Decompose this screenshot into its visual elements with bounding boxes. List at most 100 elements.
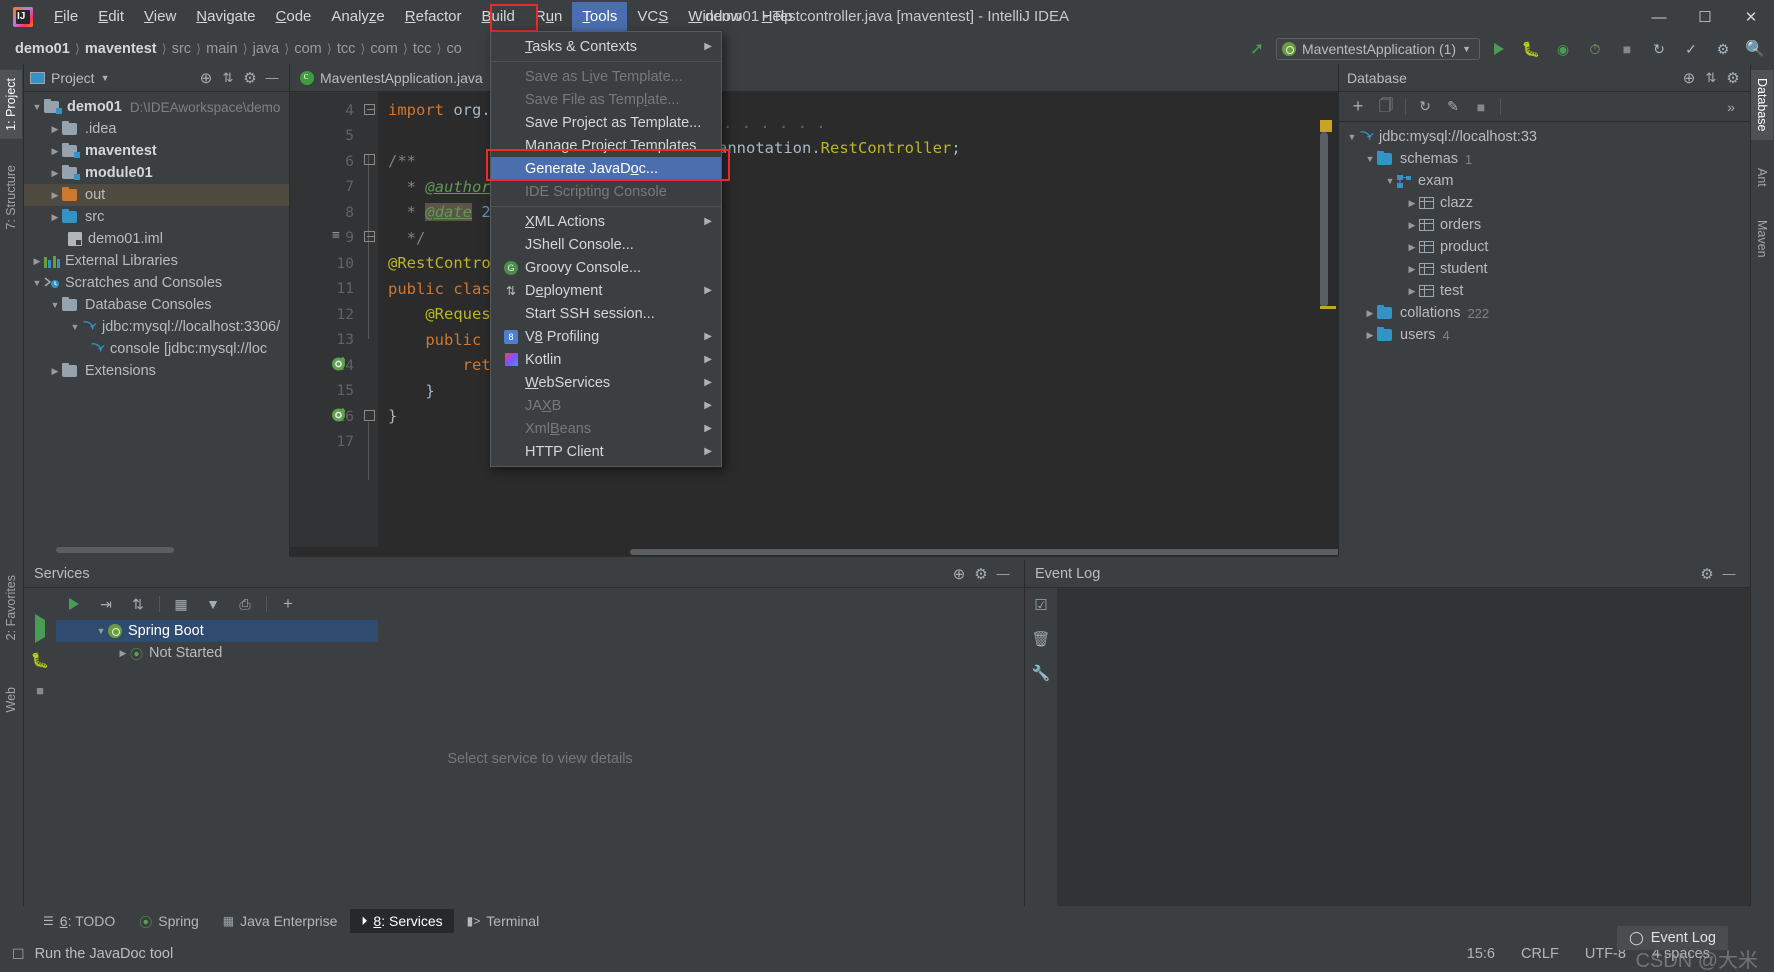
tree-item-idea[interactable]: ▶ .idea: [24, 118, 289, 140]
menu-analyze[interactable]: Analyze: [321, 2, 394, 32]
collapse-all-icon[interactable]: ⇅: [1700, 67, 1722, 89]
tree-item-extensions[interactable]: ▶ Extensions: [24, 360, 289, 382]
close-button[interactable]: ✕: [1728, 0, 1774, 34]
db-item-test[interactable]: ▶ test: [1339, 280, 1750, 302]
chevron-right-icon[interactable]: ▶: [1405, 264, 1419, 275]
chevron-right-icon[interactable]: ▶: [48, 168, 62, 179]
menu-item-http-client[interactable]: HTTP Client ▶: [491, 440, 721, 463]
chevron-right-icon[interactable]: ▶: [116, 648, 130, 659]
tree-item-src[interactable]: ▶ src: [24, 206, 289, 228]
database-toolbar[interactable]: + 🗍 ↻ ✎ ■ »: [1339, 92, 1750, 122]
collapse-all-icon[interactable]: ⇅: [124, 591, 152, 617]
db-item-exam[interactable]: ▼ exam: [1339, 170, 1750, 192]
chevron-right-icon[interactable]: ▶: [30, 256, 44, 267]
sidebar-tab-ant[interactable]: Ant: [1751, 160, 1773, 195]
menu-bar[interactable]: File Edit View Navigate Code Analyze Ref…: [44, 0, 803, 34]
menu-navigate[interactable]: Navigate: [186, 2, 265, 32]
hammer-build-icon[interactable]: ➚: [1244, 37, 1270, 61]
gear-icon[interactable]: [1722, 67, 1744, 89]
stop-button[interactable]: ■: [1614, 37, 1640, 61]
scroll-from-source-icon[interactable]: [1678, 67, 1700, 89]
fold-icon[interactable]: [364, 231, 375, 242]
gear-icon[interactable]: [970, 563, 992, 585]
chevron-down-icon[interactable]: ▼: [30, 102, 44, 112]
run-with-coverage-button[interactable]: ◉: [1550, 37, 1576, 61]
fold-icon[interactable]: [364, 410, 375, 421]
database-tree[interactable]: ▼ jdbc:mysql://localhost:33 ▼ schemas 1 …: [1339, 122, 1750, 346]
chevron-down-icon[interactable]: ▼: [1383, 176, 1397, 186]
tree-item-external-libraries[interactable]: ▶ External Libraries: [24, 250, 289, 272]
hide-panel-icon[interactable]: —: [261, 67, 283, 89]
tree-item-scratches-and-consoles[interactable]: ▼ Scratches and Consoles: [24, 272, 289, 294]
menu-code[interactable]: Code: [266, 2, 322, 32]
editor-horizontal-scrollbar[interactable]: [290, 547, 1370, 557]
menu-item-groovy-console[interactable]: G Groovy Console...: [491, 256, 721, 279]
update-project-icon[interactable]: ↻: [1646, 37, 1672, 61]
chevron-right-icon[interactable]: ▶: [1405, 198, 1419, 209]
editor-vertical-scrollbar[interactable]: [1320, 132, 1328, 307]
gear-icon[interactable]: [239, 67, 261, 89]
more-options-icon[interactable]: »: [1718, 95, 1744, 119]
menu-refactor[interactable]: Refactor: [395, 2, 472, 32]
chevron-right-icon[interactable]: ▶: [48, 124, 62, 135]
run-configuration-selector[interactable]: MaventestApplication (1) ▼: [1276, 38, 1480, 60]
db-item-schemas[interactable]: ▼ schemas 1: [1339, 148, 1750, 170]
chevron-right-icon[interactable]: ▶: [48, 366, 62, 377]
settings-icon[interactable]: ⚙: [1710, 37, 1736, 61]
add-data-source-icon[interactable]: +: [1345, 95, 1371, 119]
menu-file[interactable]: File: [44, 2, 88, 32]
chevron-right-icon[interactable]: ▶: [1363, 330, 1377, 341]
breadcrumb-com[interactable]: com: [291, 41, 324, 57]
chevron-right-icon[interactable]: ▶: [48, 190, 62, 201]
gear-icon[interactable]: [1696, 563, 1718, 585]
menu-item-jshell-console[interactable]: JShell Console...: [491, 233, 721, 256]
chevron-down-icon[interactable]: ▼: [48, 300, 62, 310]
refresh-icon[interactable]: ↻: [1412, 95, 1438, 119]
editor-fold-column[interactable]: [362, 92, 378, 557]
expand-all-icon[interactable]: ⇥: [92, 591, 120, 617]
menu-run[interactable]: Run: [525, 2, 573, 32]
tree-item-demo01[interactable]: ▼ demo01 D:\IDEAworkspace\demo: [24, 96, 289, 118]
breadcrumb-com2[interactable]: com: [367, 41, 400, 57]
spring-bean-icon[interactable]: [330, 355, 348, 373]
tree-item-console[interactable]: console [jdbc:mysql://loc: [24, 338, 289, 360]
caret-position[interactable]: 15:6: [1467, 946, 1495, 962]
chevron-right-icon[interactable]: ▶: [1405, 220, 1419, 231]
menu-item-tasks-and-contexts[interactable]: Tasks & Contexts ▶: [491, 35, 721, 58]
add-tab-icon[interactable]: ⎙: [231, 591, 259, 617]
scroll-from-source-icon[interactable]: [195, 67, 217, 89]
sidebar-tab-project[interactable]: 1: Project: [0, 70, 22, 139]
filter-icon[interactable]: ▼: [199, 591, 227, 617]
chevron-down-icon[interactable]: ▼: [1363, 154, 1377, 164]
chevron-down-icon[interactable]: ▼: [1345, 132, 1359, 142]
db-item-collations[interactable]: ▶ collations 222: [1339, 302, 1750, 324]
tree-item-module01[interactable]: ▶ module01: [24, 162, 289, 184]
search-icon[interactable]: 🔍: [1742, 37, 1768, 61]
error-stripe-marker[interactable]: [1320, 120, 1332, 132]
open-console-icon[interactable]: ✎: [1440, 95, 1466, 119]
profile-button[interactable]: ⏱: [1582, 37, 1608, 61]
breadcrumb-src[interactable]: src: [169, 41, 194, 57]
run-button[interactable]: [1486, 37, 1512, 61]
run-icon[interactable]: [35, 614, 45, 643]
menu-item-xml-actions[interactable]: XML Actions ▶: [491, 210, 721, 233]
menu-item-v8-profiling[interactable]: 8 V8 Profiling ▶: [491, 325, 721, 348]
menu-edit[interactable]: Edit: [88, 2, 134, 32]
tool-button-spring[interactable]: ⦿ Spring: [128, 909, 209, 933]
scroll-from-source-icon[interactable]: [948, 563, 970, 585]
project-tree[interactable]: ▼ demo01 D:\IDEAworkspace\demo ▶ .idea ▶…: [24, 92, 289, 382]
code-editor[interactable]: 4 5 6 7 8 9 10 11 12 13 14 15 16 17 ≡ im…: [290, 92, 1370, 557]
trash-icon[interactable]: 🗑: [1031, 630, 1050, 648]
tool-button-todo[interactable]: ☰ 6: TODO: [32, 909, 126, 933]
chevron-right-icon[interactable]: ▶: [1405, 242, 1419, 253]
menu-item-start-ssh-session[interactable]: Start SSH session...: [491, 302, 721, 325]
chevron-right-icon[interactable]: ▶: [1363, 308, 1377, 319]
menu-item-manage-project-templates[interactable]: Manage Project Templates: [491, 134, 721, 157]
tool-button-terminal[interactable]: ▮> Terminal: [456, 909, 551, 933]
sidebar-tab-maven[interactable]: Maven: [1751, 212, 1773, 266]
menu-build[interactable]: Build: [471, 2, 524, 32]
breadcrumb-co[interactable]: co: [444, 41, 465, 57]
db-item-product[interactable]: ▶ product: [1339, 236, 1750, 258]
error-stripe-line[interactable]: [1320, 306, 1336, 309]
chevron-down-icon[interactable]: ▼: [30, 278, 44, 288]
